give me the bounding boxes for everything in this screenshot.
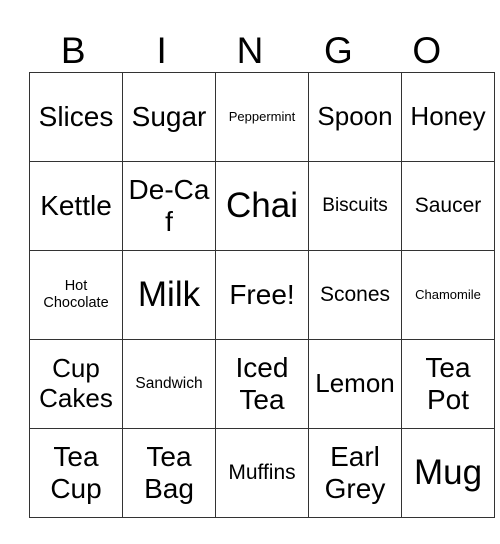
bingo-cell[interactable]: Milk [122,250,216,340]
bingo-cell[interactable]: Scones [308,250,402,340]
bingo-cell[interactable]: Chamomile [401,250,495,340]
grid-row: Kettle De-Caf Chai Biscuits Saucer [29,161,495,251]
header-letter-b: B [60,30,86,71]
grid-row: Slices Sugar Peppermint Spoon Honey [29,72,495,162]
bingo-cell[interactable]: Biscuits [308,161,402,251]
bingo-cell[interactable]: Tea Cup [29,428,123,518]
bingo-cell[interactable]: Muffins [215,428,309,518]
bingo-cell[interactable]: Mug [401,428,495,518]
bingo-cell[interactable]: Honey [401,72,495,162]
bingo-cell[interactable]: Hot Chocolate [29,250,123,340]
bingo-cell[interactable]: De-Caf [122,161,216,251]
bingo-cell[interactable]: Spoon [308,72,402,162]
bingo-cell[interactable]: Sandwich [122,339,216,429]
bingo-cell[interactable]: Peppermint [215,72,309,162]
bingo-cell[interactable]: Saucer [401,161,495,251]
bingo-cell[interactable]: Iced Tea [215,339,309,429]
bingo-cell[interactable]: Sugar [122,72,216,162]
grid-row: Cup Cakes Sandwich Iced Tea Lemon Tea Po… [29,339,495,429]
grid-row: Hot Chocolate Milk Free! Scones Chamomil… [29,250,495,340]
header-letter-n: N [236,30,264,71]
bingo-cell[interactable]: Tea Bag [122,428,216,518]
free-space-cell[interactable]: Free! [215,250,309,340]
bingo-cell[interactable]: Chai [215,161,309,251]
bingo-cell[interactable]: Earl Grey [308,428,402,518]
header-letter-i: I [156,30,167,71]
bingo-cell[interactable]: Slices [29,72,123,162]
bingo-cell[interactable]: Cup Cakes [29,339,123,429]
bingo-cell[interactable]: Lemon [308,339,402,429]
bingo-grid: Slices Sugar Peppermint Spoon Honey Kett… [29,72,495,518]
bingo-cell[interactable]: Kettle [29,161,123,251]
grid-row: Tea Cup Tea Bag Muffins Earl Grey Mug [29,428,495,518]
header-letter-o: O [412,30,442,71]
header-letter-g: G [323,30,353,71]
bingo-header: B I N G O [29,30,471,72]
bingo-cell[interactable]: Tea Pot [401,339,495,429]
